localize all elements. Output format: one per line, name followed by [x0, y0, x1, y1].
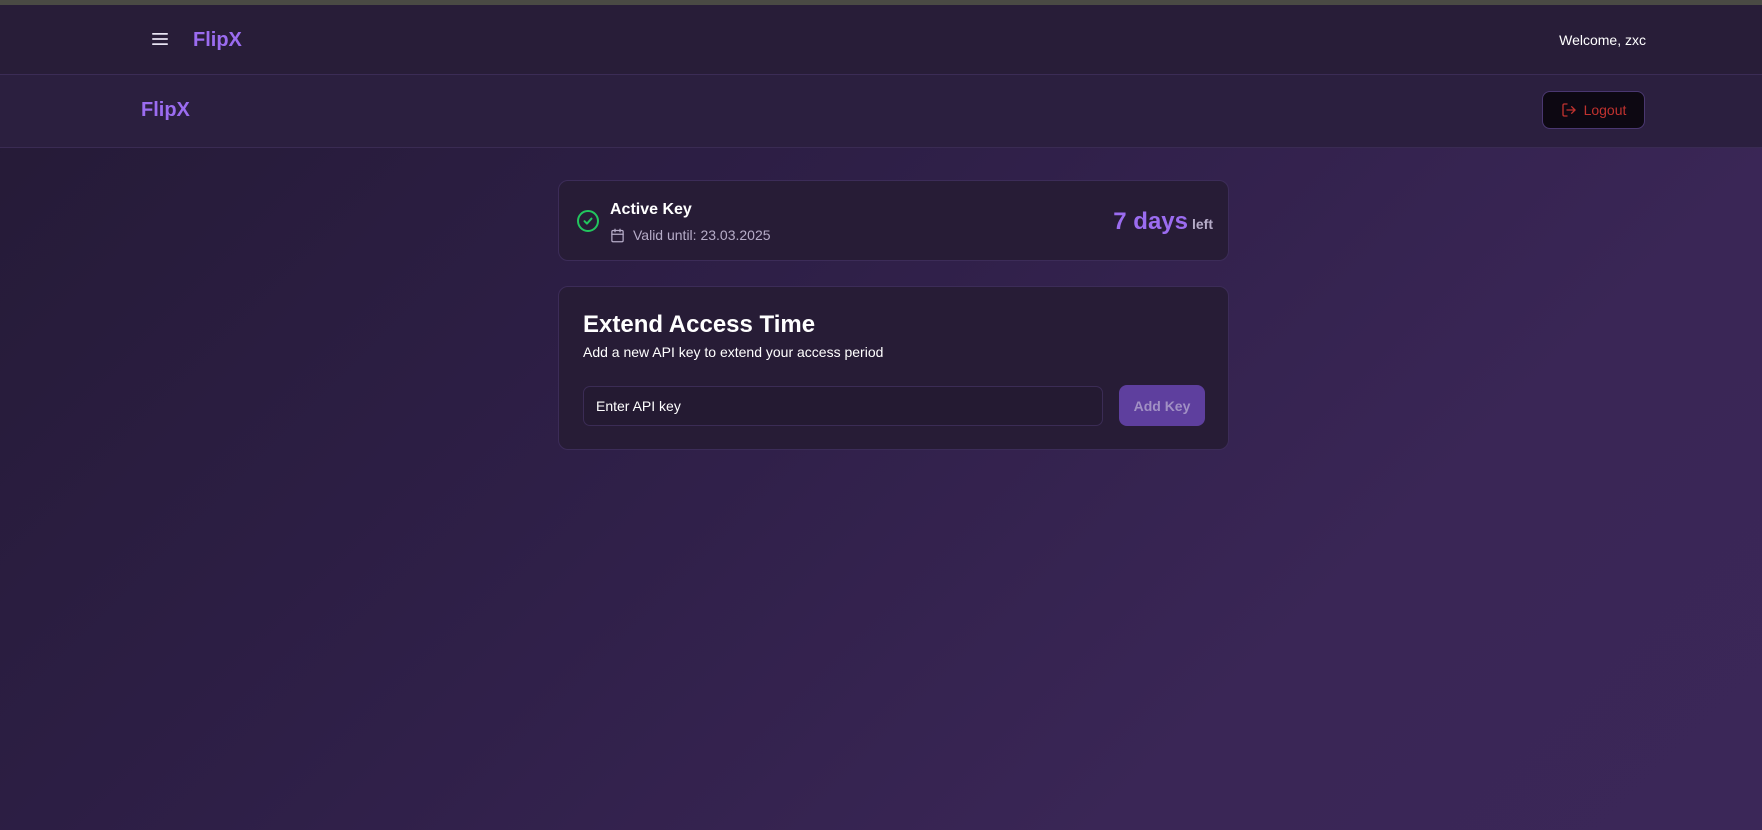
brand-logo[interactable]: FlipX	[193, 29, 242, 52]
add-key-button[interactable]: Add Key	[1119, 385, 1205, 426]
valid-until-row: Valid until: 23.03.2025	[610, 227, 771, 243]
extend-access-subtitle: Add a new API key to extend your access …	[583, 344, 884, 360]
check-circle-icon	[577, 210, 599, 232]
valid-until-text: Valid until: 23.03.2025	[633, 227, 771, 243]
hamburger-menu-icon	[152, 33, 168, 45]
page-header: FlipX Logout	[0, 75, 1762, 148]
page-brand-title: FlipX	[141, 99, 190, 121]
active-key-title: Active Key	[610, 201, 692, 218]
extend-access-card: Extend Access Time Add a new API key to …	[558, 286, 1229, 450]
menu-button[interactable]	[148, 27, 172, 51]
top-navigation-bar: FlipX Welcome, zxc	[0, 5, 1762, 75]
logout-button[interactable]: Logout	[1542, 91, 1645, 129]
api-key-input[interactable]	[583, 386, 1103, 426]
days-left-value: 7 days	[1113, 208, 1188, 235]
logout-icon	[1561, 103, 1576, 117]
welcome-text: Welcome, zxc	[1559, 32, 1646, 48]
days-left-indicator: 7 days left	[1113, 208, 1213, 236]
calendar-icon	[611, 228, 624, 242]
logout-label: Logout	[1583, 102, 1627, 118]
days-left-suffix: left	[1192, 216, 1213, 232]
extend-access-title: Extend Access Time	[583, 311, 816, 338]
active-key-card: Active Key Valid until: 23.03.2025 7 day…	[558, 180, 1229, 261]
